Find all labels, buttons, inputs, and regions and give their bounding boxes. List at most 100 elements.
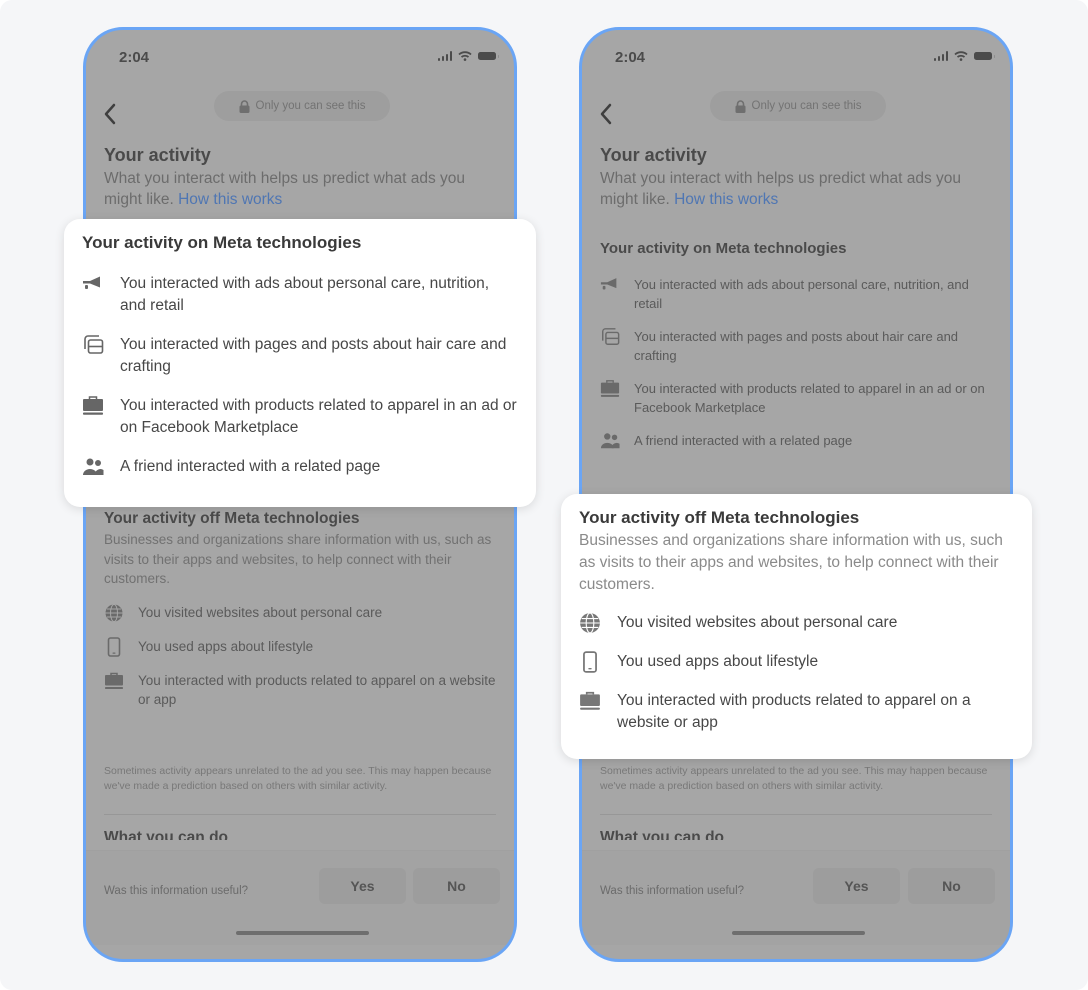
privacy-pill: Only you can see this bbox=[214, 91, 390, 121]
off-meta-list: You visited websites about personal care… bbox=[104, 603, 496, 709]
page-subtitle: What you interact with helps us predict … bbox=[600, 168, 992, 210]
feedback-bar: Was this information useful? Yes No bbox=[86, 850, 514, 945]
on-meta-section: Your activity on Meta technologies You i… bbox=[600, 240, 992, 451]
list-item-text: You interacted with products related to … bbox=[634, 381, 985, 415]
list-item: You interacted with products related to … bbox=[104, 671, 496, 709]
off-meta-title: Your activity off Meta technologies bbox=[579, 508, 860, 527]
mobile-phone-icon bbox=[107, 636, 121, 657]
list-item-text: A friend interacted with a related page bbox=[634, 433, 853, 448]
list-item-text: You used apps about lifestyle bbox=[617, 653, 819, 670]
header-section: Your activity What you interact with hel… bbox=[104, 145, 496, 210]
list-item: You interacted with pages and posts abou… bbox=[600, 327, 992, 365]
globe-icon bbox=[580, 612, 600, 634]
list-item-text: You interacted with pages and posts abou… bbox=[120, 336, 507, 375]
list-item: You interacted with ads about personal c… bbox=[82, 273, 518, 317]
list-item-text: You interacted with products related to … bbox=[138, 672, 496, 707]
lock-icon bbox=[239, 99, 250, 113]
pages-icon bbox=[602, 328, 620, 345]
list-item: You interacted with ads about personal c… bbox=[600, 275, 992, 313]
list-item: You interacted with products related to … bbox=[600, 379, 992, 417]
signal-icon bbox=[933, 51, 948, 61]
feedback-bar: Was this information useful? Yes No bbox=[582, 850, 1010, 945]
shopping-bag-icon bbox=[105, 672, 123, 689]
list-item: You interacted with products related to … bbox=[579, 690, 1014, 734]
privacy-pill: Only you can see this bbox=[710, 91, 886, 121]
page-subtitle: What you interact with helps us predict … bbox=[104, 168, 496, 210]
highlight-card-off-meta: Your activity off Meta technologies Busi… bbox=[561, 494, 1032, 759]
list-item: You used apps about lifestyle bbox=[104, 636, 496, 657]
page-title: Your activity bbox=[104, 145, 211, 165]
home-indicator bbox=[236, 931, 369, 935]
divider bbox=[104, 814, 496, 815]
mobile-phone-icon bbox=[583, 651, 597, 673]
header-section: Your activity What you interact with hel… bbox=[600, 145, 992, 210]
off-meta-list: You visited websites about personal care… bbox=[579, 612, 1014, 734]
shopping-bag-icon bbox=[600, 380, 620, 397]
on-meta-title: Your activity on Meta technologies bbox=[600, 240, 847, 257]
how-this-works-link[interactable]: How this works bbox=[674, 191, 778, 208]
list-item: A friend interacted with a related page bbox=[82, 456, 518, 478]
status-icons bbox=[933, 51, 995, 61]
status-time: 2:04 bbox=[615, 49, 646, 66]
on-meta-title: Your activity on Meta technologies bbox=[82, 233, 362, 252]
off-meta-title: Your activity off Meta technologies bbox=[104, 510, 360, 527]
list-item-text: You interacted with ads about personal c… bbox=[634, 277, 969, 311]
feedback-question: Was this information useful? bbox=[104, 885, 249, 897]
wifi-icon bbox=[954, 51, 968, 61]
prediction-note: Sometimes activity appears unrelated to … bbox=[600, 765, 988, 792]
wifi-icon bbox=[458, 51, 472, 61]
privacy-pill-label: Only you can see this bbox=[751, 100, 862, 112]
subtitle-text: What you interact with helps us predict … bbox=[104, 170, 465, 208]
off-meta-description: Businesses and organizations share infor… bbox=[579, 532, 1003, 593]
highlight-card-on-meta: Your activity on Meta technologies You i… bbox=[64, 219, 536, 507]
list-item-text: You visited websites about personal care bbox=[617, 614, 898, 631]
list-item-text: You visited websites about personal care bbox=[138, 604, 383, 620]
globe-icon bbox=[105, 603, 123, 622]
feedback-question: Was this information useful? bbox=[600, 885, 745, 897]
list-item: You used apps about lifestyle bbox=[579, 651, 1014, 673]
battery-icon bbox=[974, 52, 995, 60]
friends-icon bbox=[600, 433, 620, 449]
list-item: A friend interacted with a related page bbox=[600, 431, 992, 451]
how-this-works-link[interactable]: How this works bbox=[178, 191, 282, 208]
list-item-text: A friend interacted with a related page bbox=[120, 458, 381, 475]
chevron-left-icon[interactable] bbox=[596, 100, 616, 128]
yes-button[interactable]: Yes bbox=[813, 868, 900, 904]
off-meta-description: Businesses and organizations share infor… bbox=[104, 532, 492, 586]
divider bbox=[600, 814, 992, 815]
on-meta-list: You interacted with ads about personal c… bbox=[600, 275, 992, 451]
list-item: You interacted with pages and posts abou… bbox=[82, 334, 518, 378]
chevron-left-icon[interactable] bbox=[100, 100, 120, 128]
no-button[interactable]: No bbox=[413, 868, 500, 904]
off-meta-section: Your activity off Meta technologies Busi… bbox=[104, 510, 496, 709]
subtitle-text: What you interact with helps us predict … bbox=[600, 170, 961, 208]
megaphone-icon bbox=[600, 278, 617, 290]
shopping-bag-icon bbox=[580, 691, 600, 710]
pages-icon bbox=[84, 335, 104, 354]
home-indicator bbox=[732, 931, 865, 935]
note-section: Sometimes activity appears unrelated to … bbox=[104, 764, 496, 840]
status-icons bbox=[437, 51, 499, 61]
list-item: You visited websites about personal care bbox=[579, 612, 1014, 634]
privacy-pill-label: Only you can see this bbox=[255, 100, 366, 112]
signal-icon bbox=[437, 51, 452, 61]
no-button[interactable]: No bbox=[908, 868, 995, 904]
lock-icon bbox=[735, 99, 746, 113]
on-meta-list: You interacted with ads about personal c… bbox=[82, 273, 518, 478]
list-item-text: You interacted with pages and posts abou… bbox=[634, 329, 959, 363]
megaphone-icon bbox=[83, 276, 100, 289]
list-item-text: You used apps about lifestyle bbox=[138, 638, 314, 654]
presentation-canvas: 2:04 Only you can see this Your activity… bbox=[0, 0, 1088, 990]
yes-button[interactable]: Yes bbox=[319, 868, 406, 904]
page-title: Your activity bbox=[600, 145, 707, 165]
list-item-text: You interacted with products related to … bbox=[617, 692, 971, 731]
list-item-text: You interacted with products related to … bbox=[120, 397, 517, 436]
battery-icon bbox=[478, 52, 499, 60]
list-item-text: You interacted with ads about personal c… bbox=[120, 275, 490, 314]
note-section: Sometimes activity appears unrelated to … bbox=[600, 764, 992, 840]
status-time: 2:04 bbox=[119, 49, 150, 66]
list-item: You interacted with products related to … bbox=[82, 395, 518, 439]
shopping-bag-icon bbox=[83, 396, 103, 415]
friends-icon bbox=[83, 458, 104, 475]
list-item: You visited websites about personal care bbox=[104, 603, 496, 623]
